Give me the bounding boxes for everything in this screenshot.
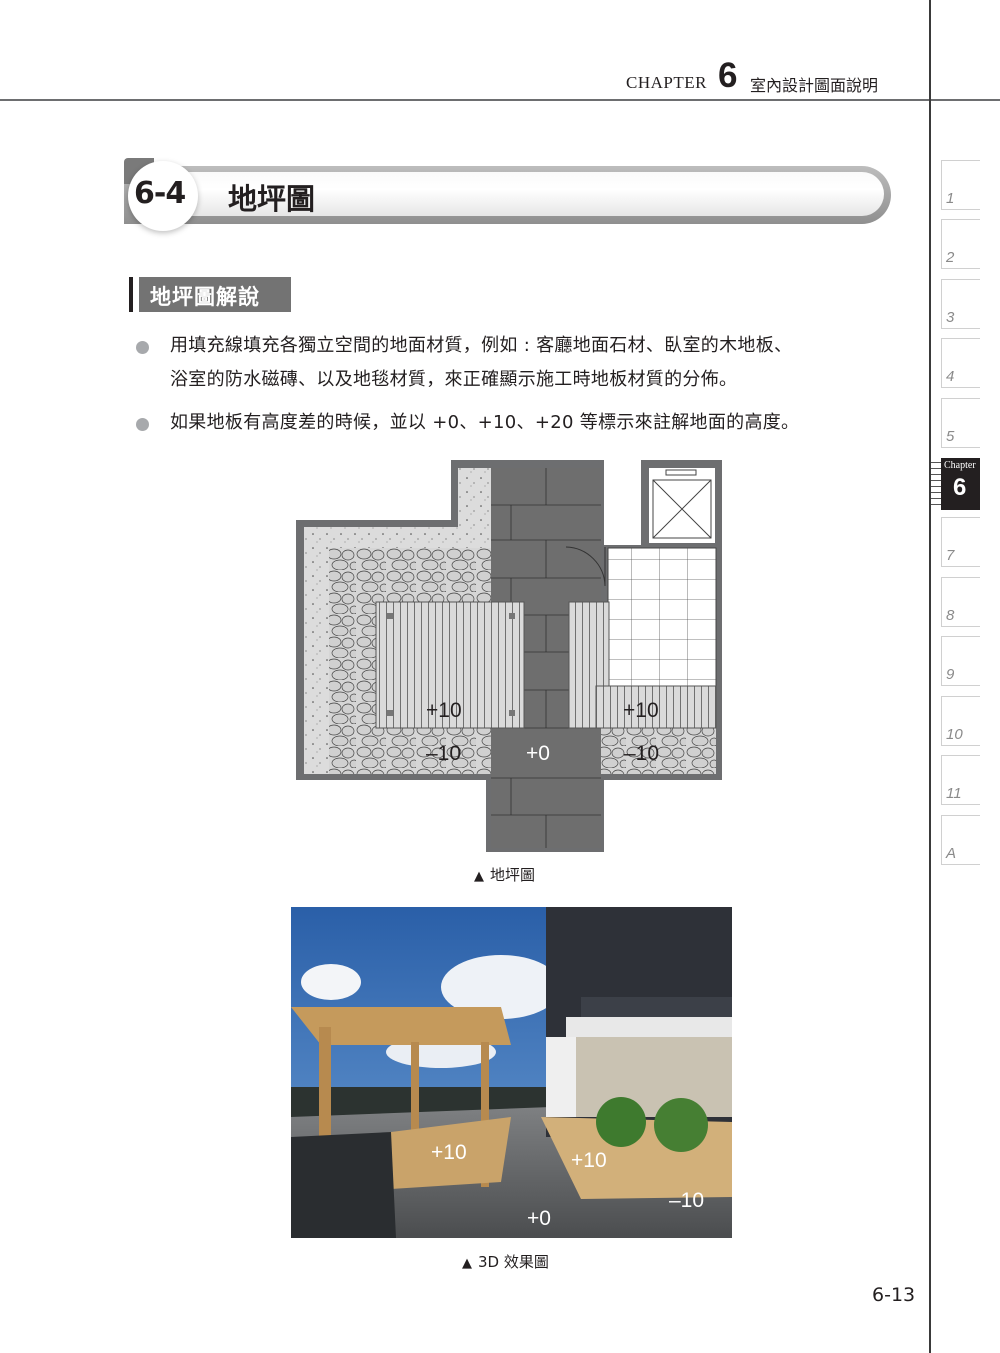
triangle-up-icon: ▲: [474, 869, 484, 884]
chapter-tab-appendix[interactable]: A: [941, 815, 980, 865]
cloud: [301, 964, 361, 1000]
chapter-tab-1[interactable]: 1: [941, 160, 980, 210]
paragraph-1-line-2: 浴室的防水磁磚、以及地毯材質，來正確顯示施工時地板材質的分佈。: [170, 369, 738, 390]
label-pebble-left: –10: [426, 742, 461, 765]
shrub: [654, 1098, 708, 1152]
chapter-tab-2[interactable]: 2: [941, 219, 980, 269]
floor-plan-figure: +10 +10 –10 +0 –10: [296, 460, 722, 852]
page-number: 6-13: [872, 1284, 916, 1306]
label-deck-right: +10: [571, 1149, 607, 1172]
triangle-up-icon: ▲: [462, 1256, 472, 1271]
figure1-caption-text: 地坪圖: [490, 866, 536, 884]
chapter-tab-3[interactable]: 3: [941, 279, 980, 329]
figure2-caption-text: 3D 效果圖: [478, 1253, 549, 1271]
chapter-tab-4[interactable]: 4: [941, 338, 980, 388]
render-3d-figure: +10 +10 +0 –10: [291, 907, 732, 1238]
figure1-caption: ▲ 地坪圖: [474, 864, 535, 885]
paragraph-2-line-1: 如果地板有高度差的時候，並以 +0、+10、+20 等標示來註解地面的高度。: [170, 412, 800, 433]
label-deck-left: +10: [426, 699, 462, 722]
chapter-tab-7[interactable]: 7: [941, 517, 980, 567]
label-pebble-right: –10: [669, 1189, 704, 1212]
chapter-title: 室內設計圖面說明: [750, 76, 879, 95]
chapter-tab-active-number: 6: [953, 474, 967, 501]
chapter-tab-prefix: Chapter: [944, 460, 976, 471]
chapter-tab-9[interactable]: 9: [941, 636, 980, 686]
chapter-ruler-marks: [931, 458, 941, 510]
label-deck-left: +10: [431, 1141, 467, 1164]
bathroom-tiles: [607, 547, 717, 687]
shrub: [596, 1097, 646, 1147]
section-number: 6-4: [134, 176, 186, 211]
chapter-tab-6-active[interactable]: Chapter 6: [941, 458, 980, 510]
bullet-icon: [136, 341, 149, 354]
running-header: CHAPTER 6 室內設計圖面說明: [0, 0, 1000, 101]
chapter-tab-5[interactable]: 5: [941, 398, 980, 448]
chapter-tab-8[interactable]: 8: [941, 577, 980, 627]
bullet-icon: [136, 418, 149, 431]
section-title: 地坪圖: [228, 182, 316, 216]
subsection-title: 地坪圖解說: [150, 285, 260, 309]
chapter-tab-11[interactable]: 11: [941, 755, 980, 805]
label-pebble-right: –10: [624, 742, 659, 765]
label-deck-right: +10: [623, 699, 659, 722]
header-divider: [0, 99, 1000, 101]
chapter-number: 6: [718, 56, 738, 95]
chapter-word: CHAPTER: [626, 73, 707, 92]
paragraph-1-line-1: 用填充線填充各獨立空間的地面材質，例如 : 客廳地面石材、臥室的木地板、: [170, 335, 793, 356]
planter-box: [291, 1132, 396, 1238]
label-path-center: +0: [527, 1207, 551, 1230]
figure2-caption: ▲ 3D 效果圖: [462, 1251, 549, 1272]
subsection-accent-bar: [129, 277, 133, 312]
margin-divider: [929, 0, 931, 1353]
label-path-center: +0: [526, 742, 550, 765]
chapter-tab-10[interactable]: 10: [941, 696, 980, 746]
